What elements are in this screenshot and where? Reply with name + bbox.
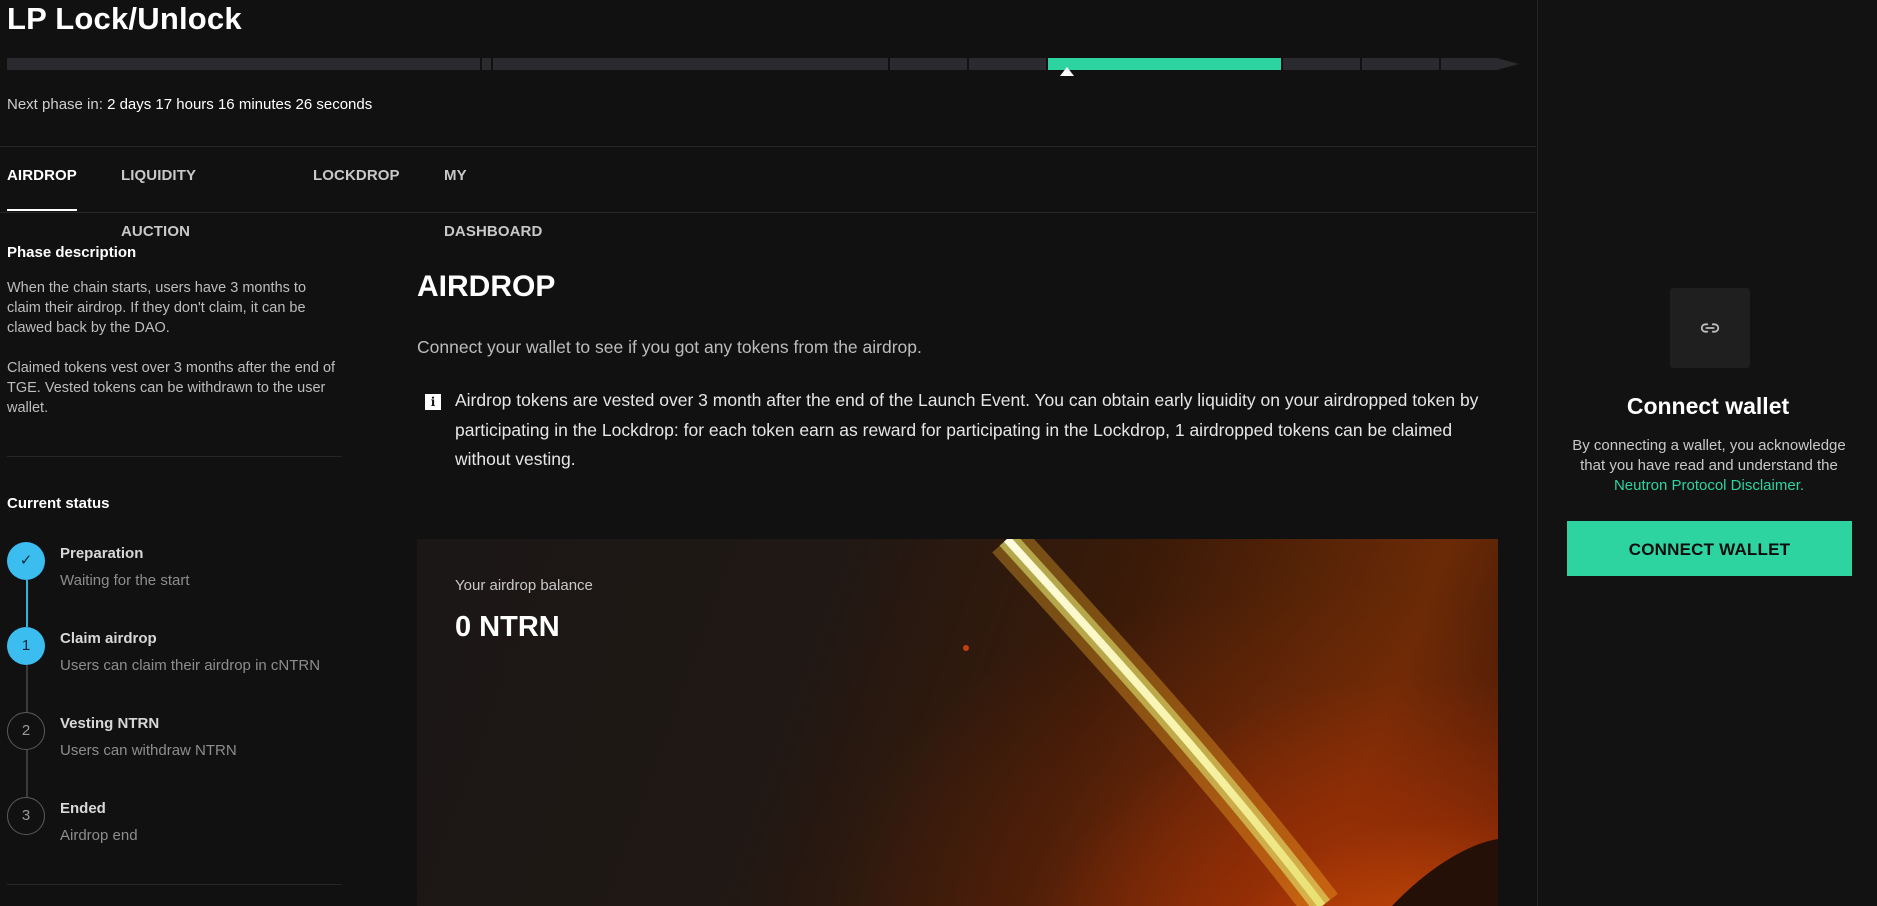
- disclaimer-link[interactable]: Neutron Protocol Disclaimer.: [1614, 477, 1804, 494]
- main-area: LP Lock/Unlock Next phase in: 2 days 17 …: [0, 0, 1536, 906]
- phase-segment: [493, 58, 888, 70]
- wallet-icon-box: [1670, 288, 1750, 368]
- step-marker-current: 1: [7, 627, 45, 665]
- sidebar-divider: [7, 456, 342, 457]
- phase-segment: [1441, 58, 1497, 70]
- tab-liquidity-auction[interactable]: LIQUIDITY AUCTION: [121, 148, 196, 240]
- phase-segment-active: [1048, 58, 1281, 70]
- next-phase-value: 2 days 17 hours 16 minutes 26 seconds: [107, 96, 373, 113]
- balance-value: 0 NTRN: [455, 611, 560, 643]
- step-title: Vesting NTRN: [60, 715, 160, 732]
- sidebar-divider-bottom: [7, 884, 342, 885]
- phase-bar-arrow: [1497, 58, 1519, 70]
- vesting-info-text: Airdrop tokens are vested over 3 month a…: [455, 390, 1479, 469]
- balance-label: Your airdrop balance: [455, 577, 593, 594]
- step-connector: [26, 750, 28, 797]
- current-status-heading: Current status: [7, 495, 110, 512]
- step-marker-done: ✓: [7, 542, 45, 580]
- step-marker-upcoming: 2: [7, 712, 45, 750]
- tabs-divider: [0, 212, 1536, 213]
- connect-wallet-text: By connecting a wallet, you acknowledge …: [1564, 436, 1854, 496]
- phase-description-text-2: Claimed tokens vest over 3 months after …: [7, 360, 336, 416]
- step-description: Airdrop end: [60, 827, 138, 844]
- phase-segment: [969, 58, 1046, 70]
- info-icon: i: [425, 394, 441, 410]
- phase-segment: [1283, 58, 1360, 70]
- phase-description-heading: Phase description: [7, 244, 137, 261]
- phase-progress-bar: [7, 58, 1519, 70]
- step-title: Preparation: [60, 545, 144, 562]
- step-description: Waiting for the start: [60, 572, 190, 589]
- header-divider: [0, 146, 1536, 147]
- phase-description-text-1: When the chain starts, users have 3 mont…: [7, 280, 307, 336]
- connect-wallet-panel: Connect wallet By connecting a wallet, y…: [1537, 0, 1877, 906]
- section-title: AIRDROP: [417, 270, 556, 303]
- step-marker-upcoming: 3: [7, 797, 45, 835]
- light-beam-graphic: [963, 539, 1498, 906]
- next-phase-countdown: Next phase in: 2 days 17 hours 16 minute…: [7, 96, 372, 113]
- tab-my-dashboard[interactable]: MY DASHBOARD: [444, 148, 542, 240]
- phase-segment: [890, 58, 967, 70]
- connect-wallet-button[interactable]: CONNECT WALLET: [1567, 521, 1852, 576]
- phase-segment: [7, 58, 480, 70]
- step-description: Users can claim their airdrop in cNTRN: [60, 657, 321, 674]
- disclaimer-text: By connecting a wallet, you acknowledge …: [1572, 437, 1846, 474]
- next-phase-label: Next phase in:: [7, 96, 103, 113]
- section-subtitle: Connect your wallet to see if you got an…: [417, 337, 922, 357]
- current-phase-marker: [1060, 67, 1074, 76]
- phase-segment: [1362, 58, 1439, 70]
- step-connector: [26, 580, 28, 627]
- step-description: Users can withdraw NTRN: [60, 742, 237, 759]
- phase-segment: [482, 58, 491, 70]
- tab-lockdrop[interactable]: LOCKDROP: [313, 148, 400, 212]
- step-connector: [26, 665, 28, 712]
- step-title: Claim airdrop: [60, 630, 157, 647]
- step-title: Ended: [60, 800, 106, 817]
- tab-airdrop[interactable]: AIRDROP: [7, 148, 77, 212]
- page-title: LP Lock/Unlock: [7, 1, 242, 36]
- connect-wallet-title: Connect wallet: [1626, 393, 1790, 419]
- link-icon: [1700, 323, 1720, 333]
- airdrop-balance-card: Your airdrop balance 0 NTRN: [417, 539, 1498, 906]
